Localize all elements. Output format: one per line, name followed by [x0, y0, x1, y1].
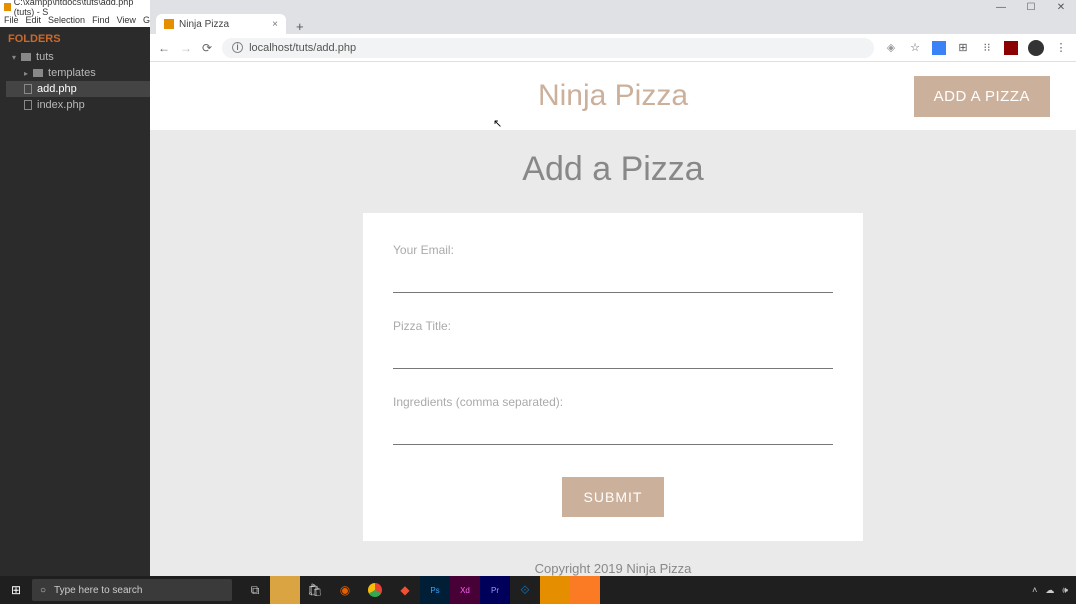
menu-edit[interactable]: Edit — [26, 15, 42, 25]
extension-icon[interactable] — [1004, 41, 1018, 55]
search-icon: ○ — [40, 585, 46, 596]
menu-icon[interactable]: ⋮ — [1054, 41, 1068, 55]
folder-icon — [21, 53, 31, 61]
editor-sidebar: C:\xampp\htdocs\tuts\add.php (tuts) - S … — [0, 0, 150, 604]
forward-button[interactable]: → — [180, 41, 192, 55]
arrow-down-icon: ▾ — [12, 53, 16, 62]
reload-button[interactable]: ⟳ — [202, 41, 212, 55]
tab-close-icon[interactable]: × — [272, 19, 278, 30]
extension-icon[interactable]: ⁝⁝ — [980, 41, 994, 55]
site-header: Ninja Pizza ADD A PIZZA — [150, 62, 1076, 130]
ingredients-input[interactable] — [393, 417, 833, 445]
tab-title: Ninja Pizza — [179, 19, 229, 30]
search-placeholder: Type here to search — [54, 585, 142, 596]
chrome-icon[interactable] — [360, 576, 390, 604]
tree-folder-label: templates — [48, 67, 96, 79]
tree-root[interactable]: ▾ tuts — [6, 49, 150, 65]
system-tray[interactable]: ˄ ☁ 🕪 — [1032, 585, 1076, 596]
taskbar-search[interactable]: ○ Type here to search — [32, 579, 232, 601]
firefox-icon[interactable]: ◉ — [330, 576, 360, 604]
explorer-icon[interactable] — [270, 576, 300, 604]
add-pizza-button[interactable]: ADD A PIZZA — [914, 76, 1050, 117]
xampp-icon[interactable] — [570, 576, 600, 604]
favicon-icon — [164, 19, 174, 29]
submit-button[interactable]: SUBMIT — [562, 477, 665, 517]
minimize-button[interactable]: — — [986, 2, 1016, 13]
sublime-icon — [4, 3, 11, 11]
task-view-icon[interactable]: ⧉ — [240, 576, 270, 604]
extension-area: ◈ ☆ ⊞ ⁝⁝ ⋮ — [884, 40, 1068, 56]
site-info-icon[interactable]: i — [232, 42, 243, 53]
new-tab-button[interactable]: + — [290, 19, 310, 34]
start-button[interactable]: ⊞ — [0, 576, 32, 604]
editor-titlebar: C:\xampp\htdocs\tuts\add.php (tuts) - S — [0, 0, 150, 14]
premiere-icon[interactable]: Pr — [480, 576, 510, 604]
browser-toolbar: ← → ⟳ i localhost/tuts/add.php ◈ ☆ ⊞ ⁝⁝ … — [150, 34, 1076, 62]
folder-icon — [33, 69, 43, 77]
menu-find[interactable]: Find — [92, 15, 110, 25]
close-button[interactable]: ✕ — [1046, 2, 1076, 13]
tray-network-icon[interactable]: 🕪 — [1062, 585, 1068, 596]
title-input[interactable] — [393, 341, 833, 369]
tray-chevron-icon[interactable]: ˄ — [1032, 585, 1037, 595]
url-text: localhost/tuts/add.php — [249, 42, 356, 54]
browser-tabbar: Ninja Pizza × + — [150, 14, 1076, 34]
tree-file-add[interactable]: add.php — [6, 81, 150, 97]
window-controls: — ☐ ✕ — [150, 0, 1076, 14]
submit-wrap: SUBMIT — [393, 477, 833, 517]
taskbar-apps: ⧉ 🛍 ◉ ◆ Ps Xd Pr ⟐ — [240, 576, 600, 604]
email-input[interactable] — [393, 265, 833, 293]
store-icon[interactable]: 🛍 — [300, 576, 330, 604]
browser-tab[interactable]: Ninja Pizza × — [156, 14, 286, 34]
tree-file-label: index.php — [37, 99, 85, 111]
profile-avatar[interactable] — [1028, 40, 1044, 56]
page-heading: Add a Pizza — [150, 150, 1076, 189]
file-tree: ▾ tuts ▸ templates add.php index.php — [0, 49, 150, 113]
xd-icon[interactable]: Xd — [450, 576, 480, 604]
footer-text: Copyright 2019 Ninja Pizza — [150, 561, 1076, 576]
file-icon — [24, 100, 32, 110]
windows-taskbar: ⊞ ○ Type here to search ⧉ 🛍 ◉ ◆ Ps Xd Pr… — [0, 576, 1076, 604]
brand-title: Ninja Pizza — [538, 79, 688, 113]
folders-header: FOLDERS — [0, 27, 150, 49]
tree-folder-templates[interactable]: ▸ templates — [6, 65, 150, 81]
page-body: Add a Pizza Your Email: Pizza Title: Ing… — [150, 130, 1076, 604]
extension-icon[interactable]: ◈ — [884, 41, 898, 55]
file-icon — [24, 84, 32, 94]
tree-file-index[interactable]: index.php — [6, 97, 150, 113]
tree-file-label: add.php — [37, 83, 77, 95]
sublime-icon[interactable] — [540, 576, 570, 604]
browser-window: — ☐ ✕ Ninja Pizza × + ← → ⟳ i localhost/… — [150, 0, 1076, 604]
maximize-button[interactable]: ☐ — [1016, 2, 1046, 13]
back-button[interactable]: ← — [158, 41, 170, 55]
git-icon[interactable]: ◆ — [390, 576, 420, 604]
extension-icon[interactable]: ⊞ — [956, 41, 970, 55]
page-content: Ninja Pizza ADD A PIZZA Add a Pizza Your… — [150, 62, 1076, 604]
vscode-icon[interactable]: ⟐ — [510, 576, 540, 604]
ingredients-label: Ingredients (comma separated): — [393, 395, 833, 409]
address-bar[interactable]: i localhost/tuts/add.php — [222, 38, 874, 58]
menu-file[interactable]: File — [4, 15, 19, 25]
title-label: Pizza Title: — [393, 319, 833, 333]
photoshop-icon[interactable]: Ps — [420, 576, 450, 604]
menu-selection[interactable]: Selection — [48, 15, 85, 25]
tray-cloud-icon[interactable]: ☁ — [1045, 585, 1054, 596]
pizza-form: Your Email: Pizza Title: Ingredients (co… — [363, 213, 863, 541]
email-label: Your Email: — [393, 243, 833, 257]
extension-icon[interactable] — [932, 41, 946, 55]
tree-root-label: tuts — [36, 51, 54, 63]
menu-view[interactable]: View — [117, 15, 136, 25]
arrow-right-icon: ▸ — [24, 69, 28, 78]
star-icon[interactable]: ☆ — [908, 41, 922, 55]
